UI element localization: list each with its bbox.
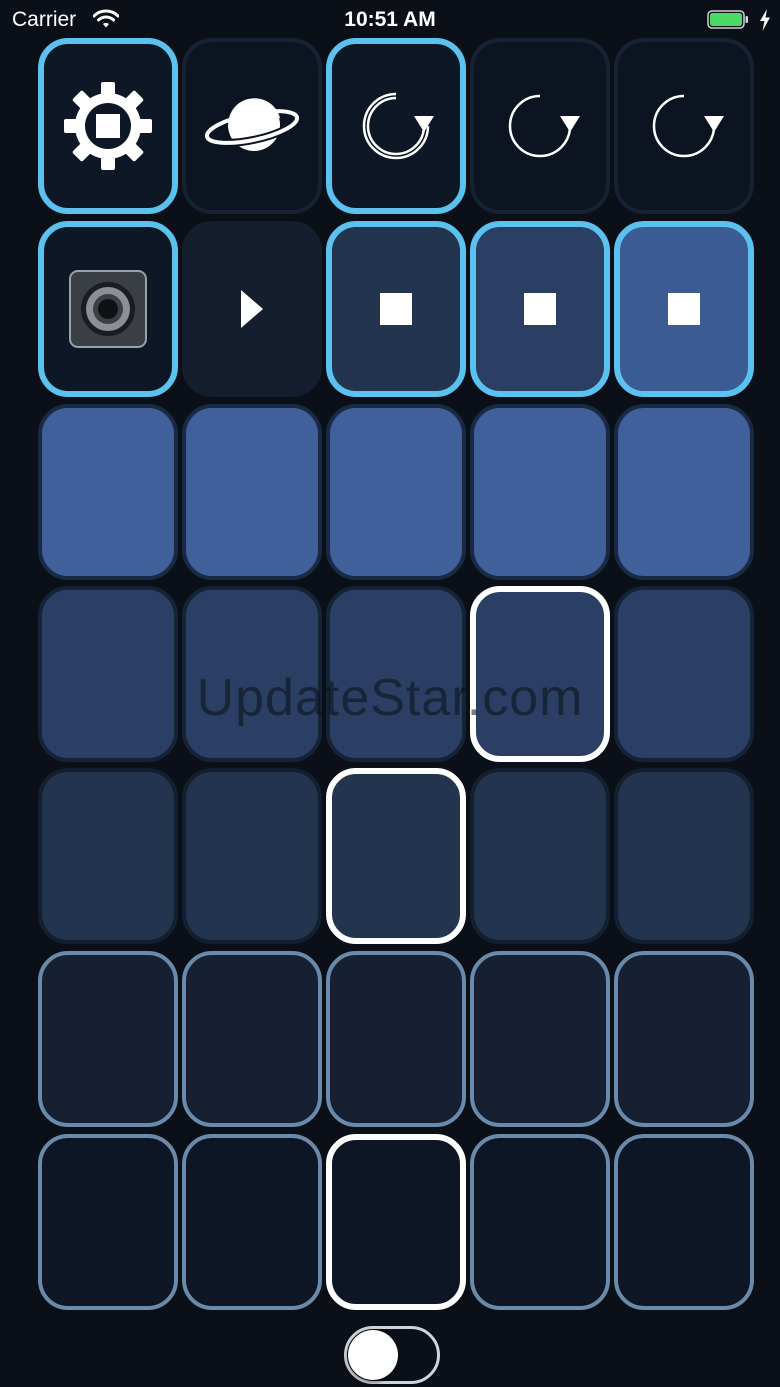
sound-pad-r7-c3[interactable] bbox=[326, 1134, 466, 1310]
sound-pad-r6-c2[interactable] bbox=[182, 951, 322, 1127]
sound-pad-r4-c2[interactable] bbox=[182, 586, 322, 762]
sound-pad-r5-c2[interactable] bbox=[182, 768, 322, 944]
loop-icon bbox=[500, 86, 580, 166]
sound-pad-r3-c3[interactable] bbox=[326, 404, 466, 580]
sound-pad-r3-c4[interactable] bbox=[470, 404, 610, 580]
sound-pad-r3-c5[interactable] bbox=[614, 404, 754, 580]
speaker-icon bbox=[68, 269, 148, 349]
loop-record-pad-3[interactable] bbox=[614, 38, 754, 214]
gear-stop-icon bbox=[62, 80, 154, 172]
planet-icon bbox=[202, 91, 302, 161]
sound-pad-r7-c5[interactable] bbox=[614, 1134, 754, 1310]
stop-icon bbox=[380, 293, 412, 325]
sound-pad-r4-c4[interactable] bbox=[470, 586, 610, 762]
stop-pad-2[interactable] bbox=[470, 221, 610, 397]
sound-pad-r4-c5[interactable] bbox=[614, 586, 754, 762]
planet-pad[interactable] bbox=[182, 38, 322, 214]
loop-record-pad-1[interactable] bbox=[326, 38, 466, 214]
sound-pad-r4-c1[interactable] bbox=[38, 586, 178, 762]
sound-pad-r7-c4[interactable] bbox=[470, 1134, 610, 1310]
sound-pad-r5-c4[interactable] bbox=[470, 768, 610, 944]
charging-bolt-icon bbox=[760, 9, 770, 31]
toggle-knob[interactable] bbox=[348, 1330, 398, 1380]
sound-pad-r6-c4[interactable] bbox=[470, 951, 610, 1127]
sound-pad-r5-c5[interactable] bbox=[614, 768, 754, 944]
sound-pad-r5-c3[interactable] bbox=[326, 768, 466, 944]
sound-pad-r4-c3[interactable] bbox=[326, 586, 466, 762]
gear-stop-pad[interactable] bbox=[38, 38, 178, 214]
loop-record-pad-2[interactable] bbox=[470, 38, 610, 214]
sound-pad-r6-c3[interactable] bbox=[326, 951, 466, 1127]
stop-pad-3[interactable] bbox=[614, 221, 754, 397]
loop-icon bbox=[644, 86, 724, 166]
sound-pad-r5-c1[interactable] bbox=[38, 768, 178, 944]
stop-icon bbox=[524, 293, 556, 325]
battery-icon bbox=[707, 10, 748, 29]
stop-icon bbox=[668, 293, 700, 325]
loop-icon bbox=[356, 86, 436, 166]
play-icon bbox=[239, 289, 265, 329]
status-time: 10:51 AM bbox=[344, 8, 436, 31]
speaker-pad[interactable] bbox=[38, 221, 178, 397]
sound-pad-r6-c5[interactable] bbox=[614, 951, 754, 1127]
play-pad[interactable] bbox=[182, 221, 322, 397]
sound-pad-r7-c2[interactable] bbox=[182, 1134, 322, 1310]
sound-pad-r3-c2[interactable] bbox=[182, 404, 322, 580]
status-bar: Carrier 10:51 AM bbox=[0, 0, 780, 40]
sound-pad-r7-c1[interactable] bbox=[38, 1134, 178, 1310]
mode-toggle-switch[interactable] bbox=[344, 1326, 440, 1384]
stop-pad-1[interactable] bbox=[326, 221, 466, 397]
sound-pad-r3-c1[interactable] bbox=[38, 404, 178, 580]
sound-pad-r6-c1[interactable] bbox=[38, 951, 178, 1127]
